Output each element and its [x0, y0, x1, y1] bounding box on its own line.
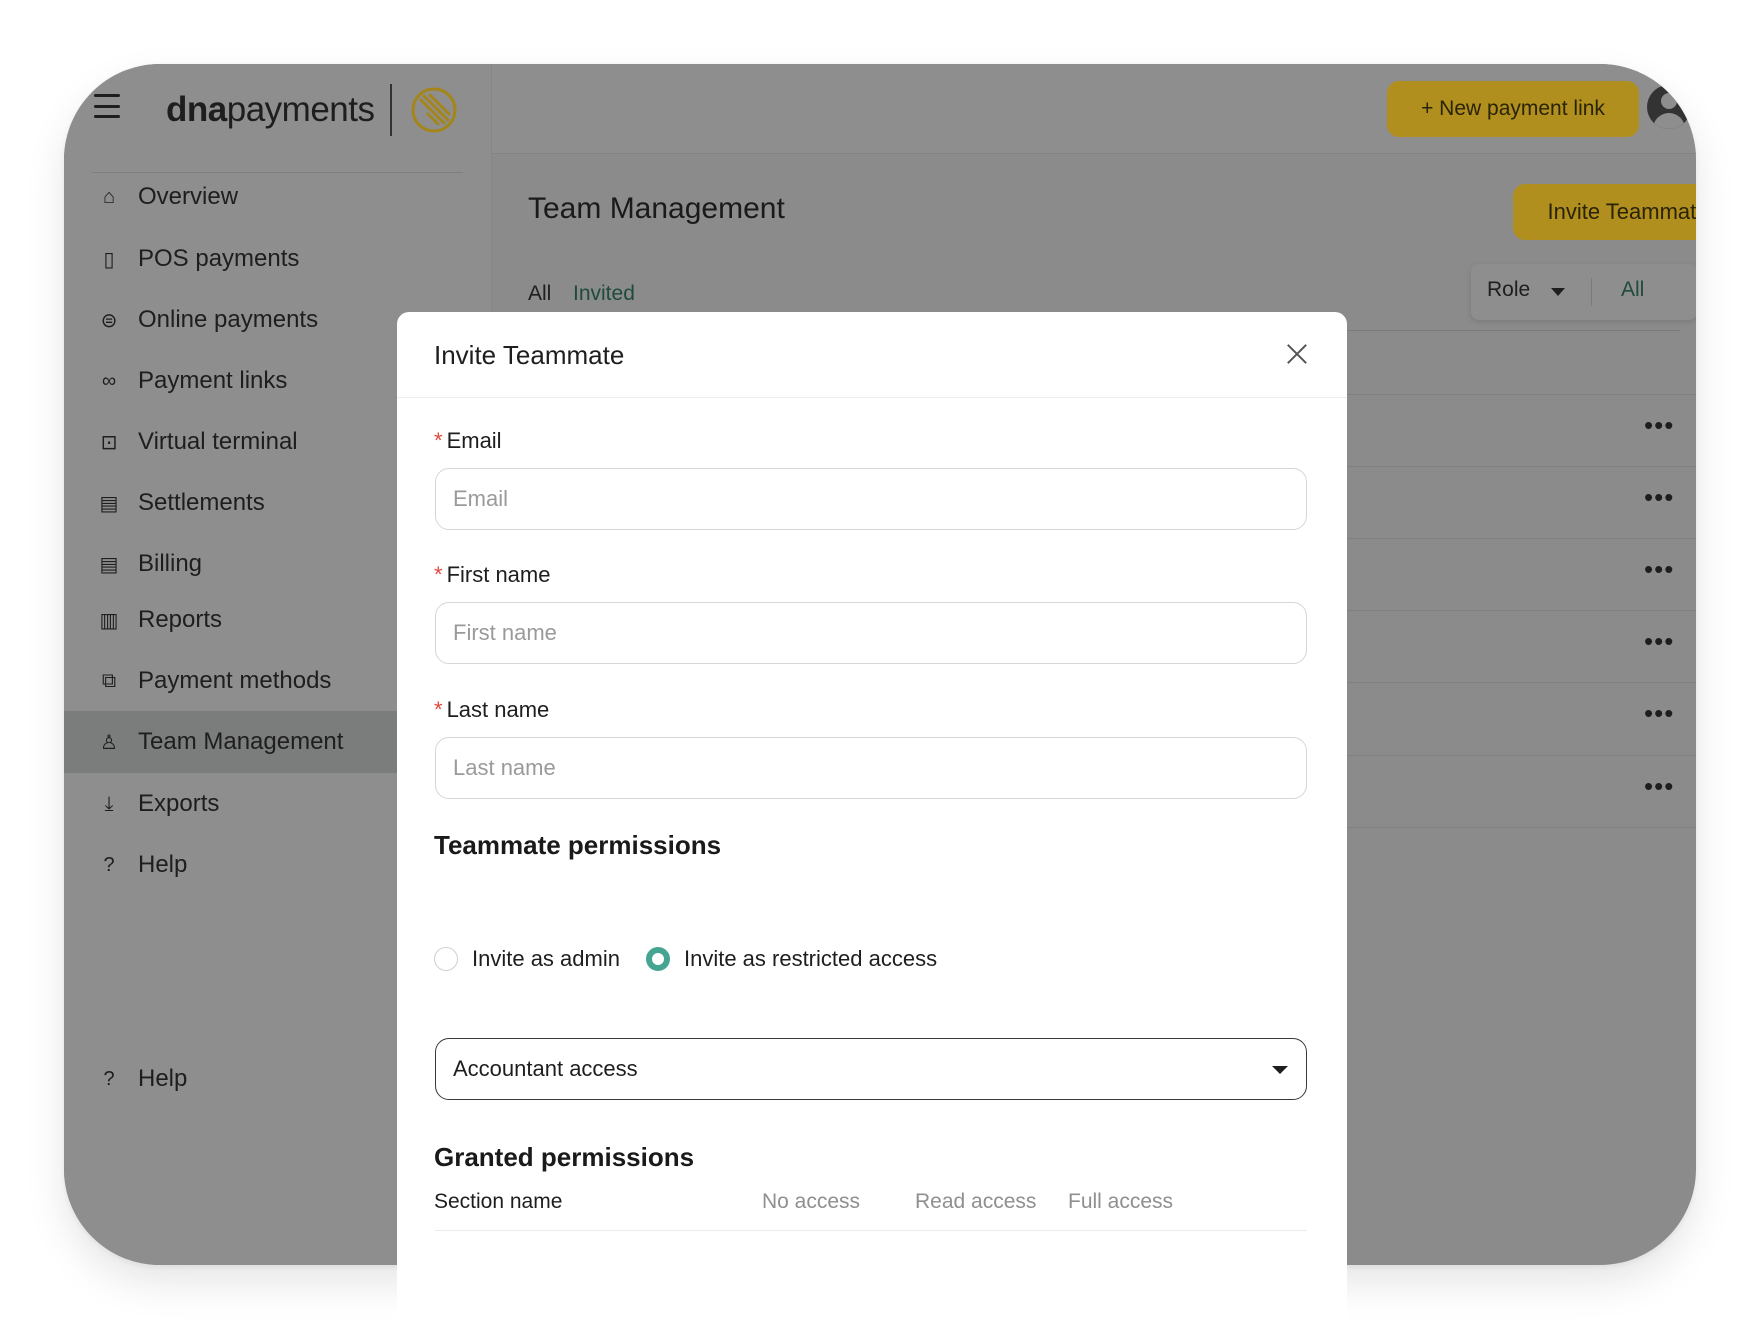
- access-level-select[interactable]: Accountant access: [435, 1038, 1307, 1100]
- teammate-permissions-heading: Teammate permissions: [434, 830, 722, 860]
- granted-permissions-heading: Granted permissions: [434, 1142, 695, 1172]
- sidebar-item-label: Exports: [138, 790, 220, 817]
- caret-down-icon: [1551, 288, 1565, 296]
- online-payment-icon: ⊜: [100, 309, 118, 332]
- row-more-actions-icon[interactable]: •••: [1644, 626, 1674, 657]
- sidebar-item-settlements[interactable]: ▤ Settlements: [64, 472, 401, 534]
- sidebar-item-label: Payment links: [138, 367, 288, 394]
- sidebar-item-pos-payments[interactable]: ▯ POS payments: [64, 228, 401, 290]
- modal-header: Invite Teammate: [397, 312, 1347, 398]
- sidebar-item-label: Virtual terminal: [138, 428, 298, 455]
- billing-icon: ▤: [99, 553, 119, 576]
- user-avatar-icon[interactable]: [1647, 85, 1691, 129]
- required-asterisk: *: [434, 428, 443, 453]
- sidebar-item-help[interactable]: ? Help: [64, 834, 401, 896]
- logo-mark-icon: [411, 87, 457, 133]
- permissions-table-divider: [435, 1230, 1307, 1231]
- row-more-actions-icon[interactable]: •••: [1644, 482, 1674, 513]
- sidebar-item-label: Help: [138, 851, 188, 878]
- download-icon: ⤓: [104, 792, 114, 815]
- close-icon[interactable]: [1283, 340, 1311, 368]
- home-icon: ⌂: [102, 185, 116, 208]
- sidebar-item-virtual-terminal[interactable]: ⊡ Virtual terminal: [64, 411, 401, 473]
- sidebar-item-team-management[interactable]: ♙ Team Management: [64, 711, 401, 773]
- invite-teammate-modal: Invite Teammate *Email *First name *Last…: [397, 312, 1347, 1328]
- pos-terminal-icon: ▯: [103, 248, 115, 271]
- row-more-actions-icon[interactable]: •••: [1644, 554, 1674, 585]
- sidebar-item-payment-methods[interactable]: ⧉ Payment methods: [64, 650, 401, 712]
- caret-down-icon: [1272, 1066, 1288, 1074]
- document-icon: ▤: [99, 492, 119, 515]
- invite-teammate-button[interactable]: Invite Teammate: [1513, 184, 1696, 240]
- last-name-label: * Last name: [434, 697, 550, 722]
- report-icon: ▥: [99, 609, 119, 632]
- payment-methods-icon: ⧉: [101, 669, 117, 692]
- tab-all[interactable]: All: [528, 282, 551, 306]
- sidebar-item-label: Team Management: [138, 728, 344, 755]
- role-filter: Role All: [1471, 264, 1696, 320]
- sidebar-item-label: Online payments: [138, 306, 319, 333]
- sidebar-item-overview[interactable]: ⌂ Overview: [64, 166, 401, 228]
- invite-restricted-label[interactable]: Invite as restricted access: [684, 946, 937, 972]
- role-filter-value[interactable]: All: [1621, 278, 1644, 302]
- modal-title: Invite Teammate: [434, 340, 625, 370]
- terminal-icon: ⊡: [100, 431, 118, 454]
- tab-invited[interactable]: Invited: [573, 282, 635, 306]
- logo-wordmark: dnapayments: [166, 90, 375, 129]
- sidebar-item-label: Settlements: [138, 489, 265, 516]
- column-header-read-access: Read access: [915, 1190, 1037, 1213]
- help-icon: ?: [103, 853, 115, 876]
- role-filter-dropdown[interactable]: Role: [1487, 278, 1530, 302]
- first-name-field[interactable]: [435, 602, 1307, 664]
- sidebar-item-help-bottom[interactable]: ? Help: [64, 1048, 401, 1110]
- sidebar-item-label: Billing: [138, 550, 203, 577]
- sidebar-item-reports[interactable]: ▥ Reports: [64, 589, 401, 651]
- required-asterisk: *: [434, 562, 443, 587]
- sidebar-item-exports[interactable]: ⤓ Exports: [64, 773, 401, 835]
- help-icon: ?: [103, 1067, 115, 1090]
- link-icon: ∞: [101, 369, 117, 392]
- access-level-value: Accountant access: [453, 1056, 638, 1081]
- email-field[interactable]: [435, 468, 1307, 530]
- row-more-actions-icon[interactable]: •••: [1644, 698, 1674, 729]
- sidebar-item-label: Overview: [138, 183, 239, 210]
- page-title: Team Management: [528, 192, 785, 225]
- filter-divider: [1591, 278, 1592, 306]
- column-header-full-access: Full access: [1068, 1190, 1174, 1213]
- new-payment-link-button[interactable]: + New payment link: [1387, 81, 1639, 137]
- logo-separator: [390, 84, 393, 136]
- invite-as-admin-label[interactable]: Invite as admin: [472, 946, 620, 972]
- invite-as-admin-radio[interactable]: [434, 947, 458, 971]
- sidebar-item-label: Help: [138, 1065, 188, 1092]
- column-header-section-name: Section name: [434, 1190, 563, 1213]
- hamburger-menu-icon[interactable]: [94, 94, 120, 118]
- sidebar-item-billing[interactable]: ▤ Billing: [64, 533, 401, 595]
- last-name-field[interactable]: [435, 737, 1307, 799]
- dna-payments-logo[interactable]: dnapayments: [166, 84, 460, 136]
- invite-restricted-radio[interactable]: [645, 947, 670, 971]
- email-label: * Email: [434, 428, 502, 453]
- team-icon: ♙: [100, 731, 118, 754]
- first-name-label: * First name: [434, 562, 551, 587]
- sidebar-item-label: Reports: [138, 606, 223, 633]
- row-more-actions-icon[interactable]: •••: [1644, 410, 1674, 441]
- sidebar-item-online-payments[interactable]: ⊜ Online payments: [64, 289, 401, 351]
- column-header-no-access: No access: [762, 1190, 861, 1213]
- sidebar-item-payment-links[interactable]: ∞ Payment links: [64, 350, 401, 412]
- row-more-actions-icon[interactable]: •••: [1644, 771, 1674, 802]
- sidebar-item-label: Payment methods: [138, 667, 332, 694]
- permission-type-radio-group: Invite as admin Invite as restricted acc…: [434, 946, 963, 972]
- sidebar-item-label: POS payments: [138, 245, 300, 272]
- required-asterisk: *: [434, 697, 443, 722]
